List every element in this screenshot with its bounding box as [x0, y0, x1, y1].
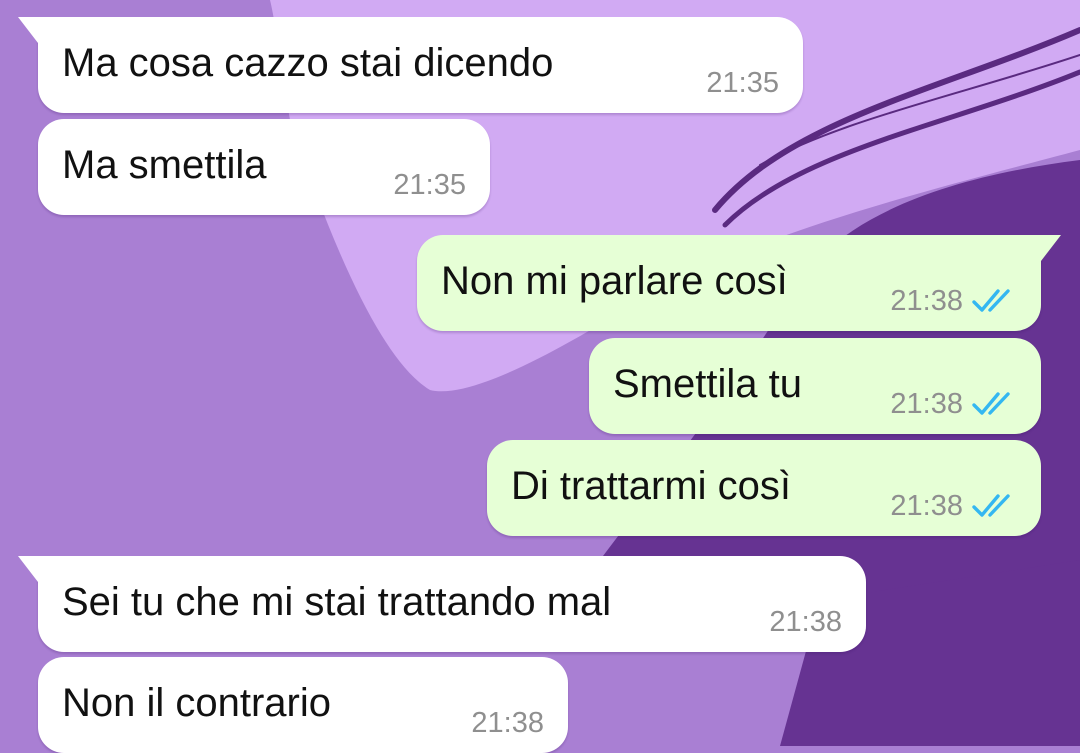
- message-text: Ma smettila: [62, 143, 267, 187]
- message-bubble-outgoing[interactable]: Di trattarmi così 21:38: [487, 440, 1041, 536]
- message-meta: 21:35: [393, 169, 466, 201]
- message-bubble-incoming[interactable]: Non il contrario 21:38: [38, 657, 568, 753]
- double-check-icon: [972, 494, 1010, 517]
- message-time: 21:38: [769, 606, 842, 638]
- message-time: 21:38: [890, 285, 963, 317]
- message-bubble-incoming[interactable]: Sei tu che mi stai trattando mal 21:38: [18, 556, 866, 652]
- double-check-icon: [972, 392, 1010, 415]
- message-bubble-incoming[interactable]: Ma smettila 21:35: [38, 119, 490, 215]
- message-meta: 21:38: [769, 606, 842, 638]
- message-meta: 21:38: [890, 388, 1017, 420]
- message-meta: 21:38: [471, 707, 544, 739]
- message-meta: 21:38: [890, 285, 1017, 317]
- double-check-icon: [972, 289, 1010, 312]
- message-text: Non il contrario: [62, 681, 332, 725]
- message-bubble-incoming[interactable]: Ma cosa cazzo stai dicendo 21:35: [18, 17, 803, 113]
- message-list: Ma cosa cazzo stai dicendo 21:35 Ma smet…: [0, 0, 1080, 753]
- message-text: Sei tu che mi stai trattando mal: [62, 580, 612, 624]
- message-meta: 21:35: [706, 67, 779, 99]
- message-meta: 21:38: [890, 490, 1017, 522]
- message-text: Ma cosa cazzo stai dicendo: [62, 41, 554, 85]
- message-bubble-outgoing[interactable]: Non mi parlare così 21:38: [417, 235, 1061, 331]
- message-bubble-outgoing[interactable]: Smettila tu 21:38: [589, 338, 1041, 434]
- message-text: Smettila tu: [613, 362, 802, 406]
- message-text: Di trattarmi così: [511, 464, 792, 508]
- message-time: 21:35: [706, 67, 779, 99]
- message-time: 21:38: [471, 707, 544, 739]
- message-time: 21:35: [393, 169, 466, 201]
- message-time: 21:38: [890, 490, 963, 522]
- message-text: Non mi parlare così: [441, 259, 788, 303]
- message-time: 21:38: [890, 388, 963, 420]
